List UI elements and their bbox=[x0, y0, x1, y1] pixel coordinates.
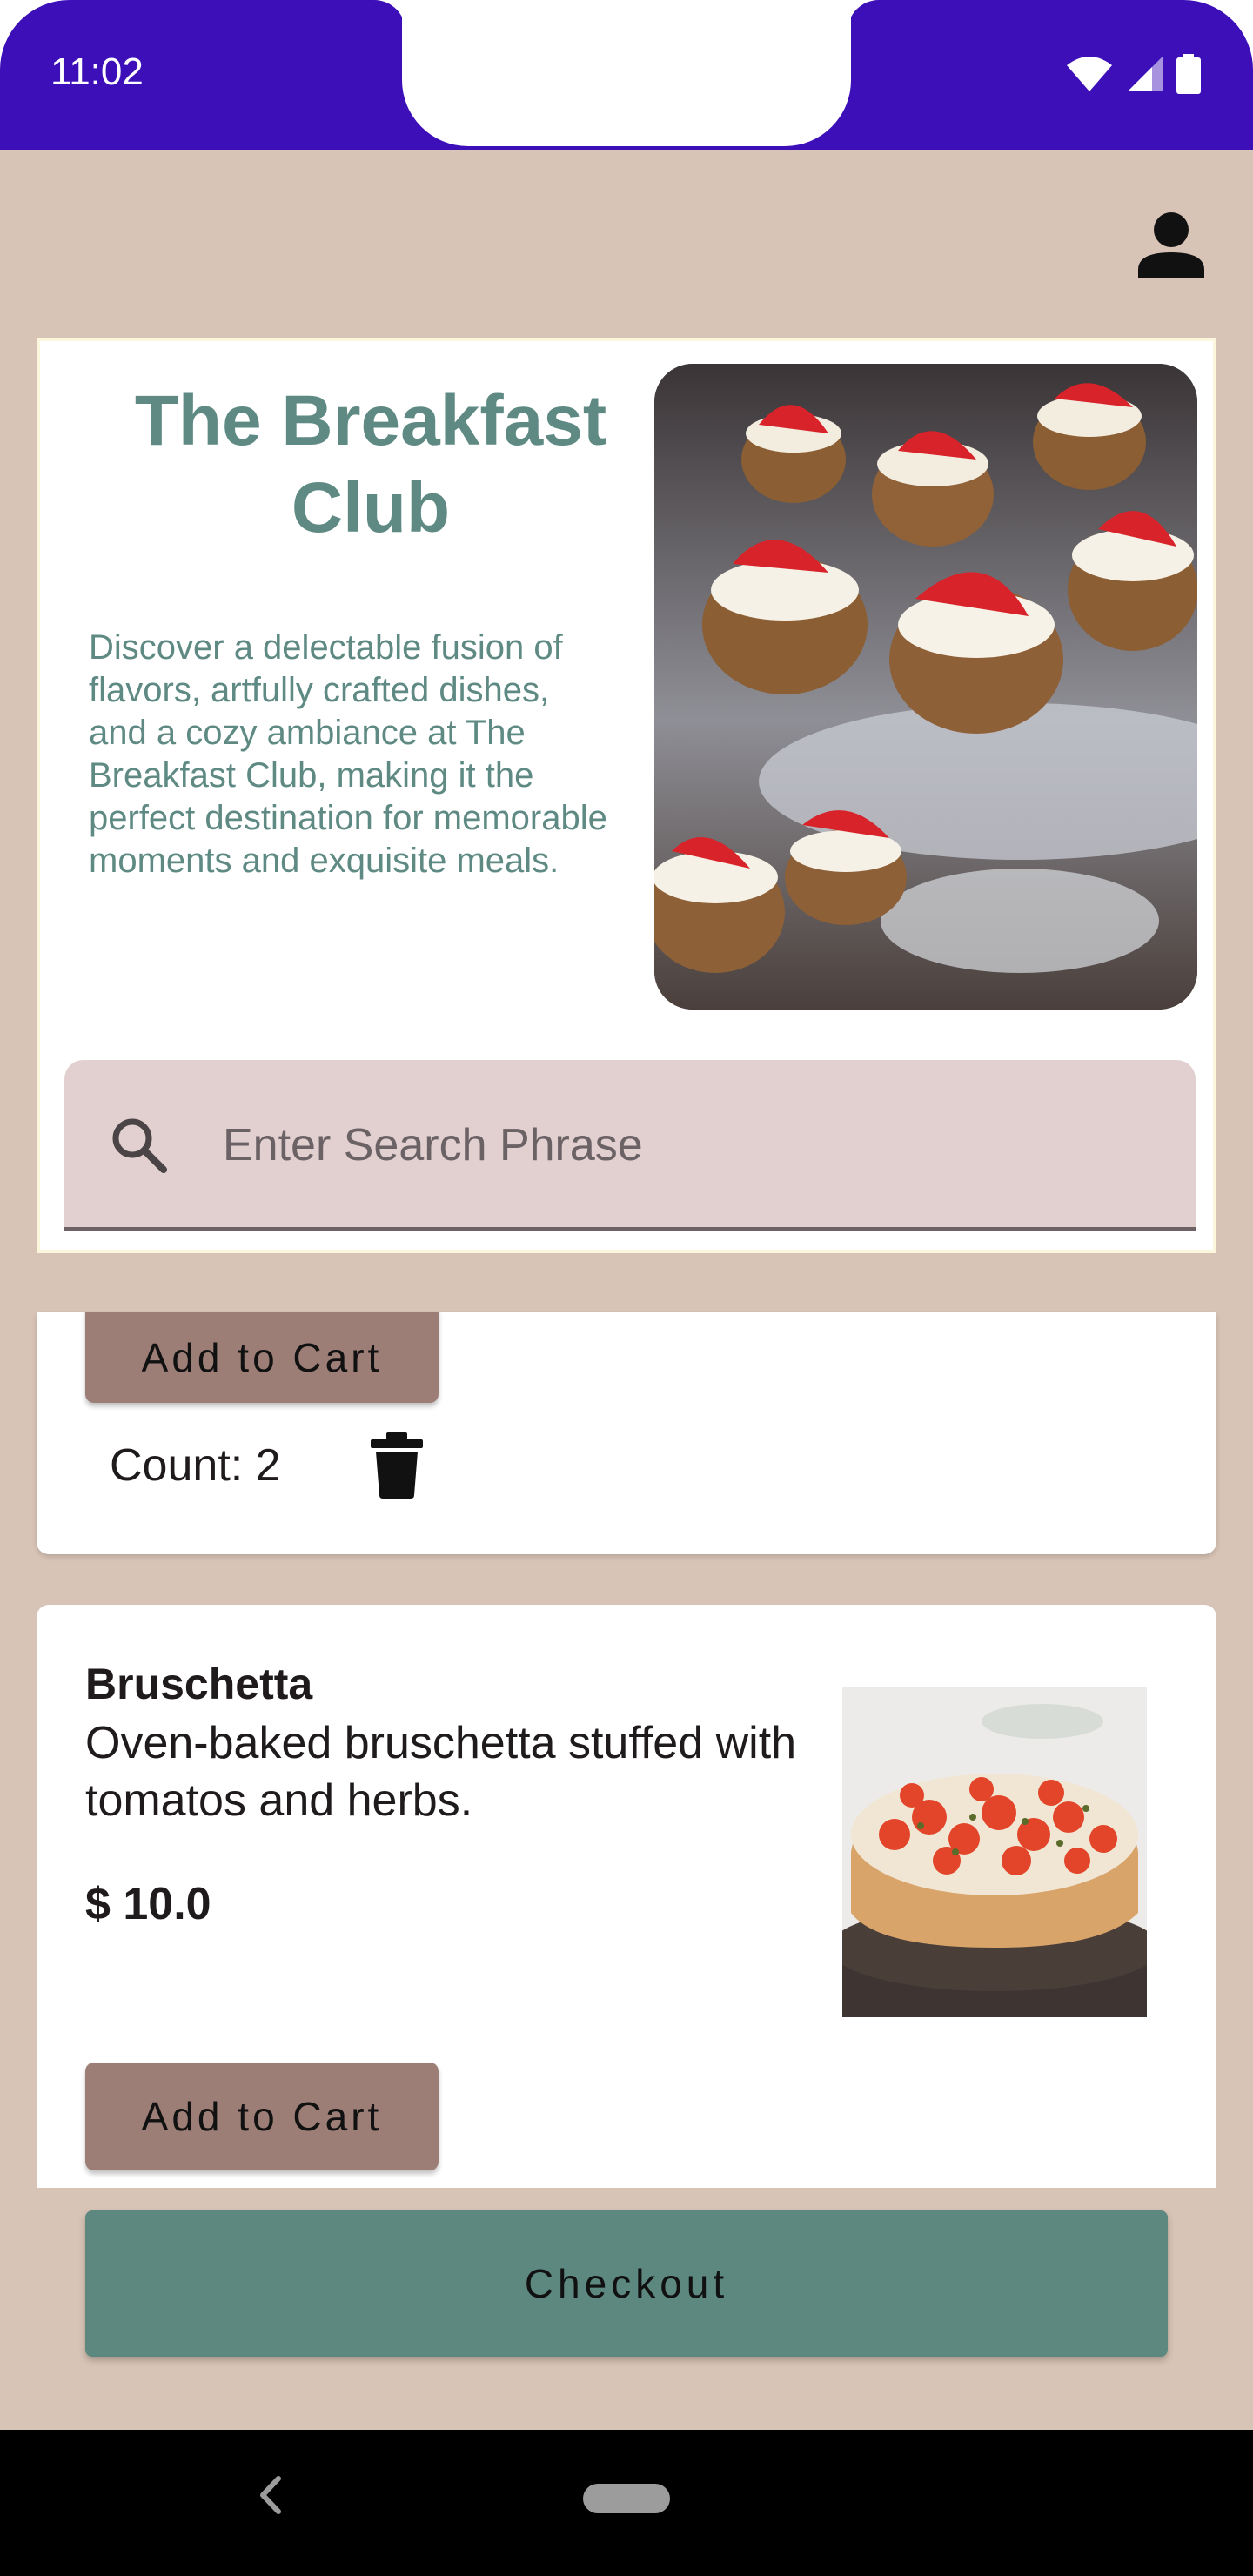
system-icons bbox=[1065, 54, 1201, 94]
notch-corner bbox=[848, 0, 879, 31]
search-icon bbox=[112, 1118, 167, 1173]
home-pill[interactable] bbox=[583, 2484, 670, 2513]
item-count: Count: 2 bbox=[110, 1440, 281, 1491]
search-bar[interactable] bbox=[64, 1060, 1196, 1231]
strawberry-tarts-photo bbox=[654, 364, 1197, 1010]
search-input[interactable] bbox=[221, 1109, 1143, 1182]
trash-icon[interactable] bbox=[371, 1432, 423, 1499]
menu-item-card: Add to Cart Count: 2 bbox=[37, 1312, 1216, 1554]
dish-image bbox=[842, 1687, 1147, 2017]
camera-notch bbox=[402, 0, 851, 146]
hero-section: The Breakfast Club Discover a delectable… bbox=[37, 338, 1216, 1253]
dish-description: Oven-baked bruschetta stuffed with tomat… bbox=[85, 1718, 797, 1826]
restaurant-description: Discover a delectable fusion of flavors,… bbox=[89, 628, 607, 880]
navigation-bar bbox=[0, 2430, 1253, 2576]
cellular-signal-icon bbox=[1128, 57, 1163, 91]
hero-image bbox=[654, 364, 1197, 1010]
person-icon[interactable] bbox=[1135, 209, 1208, 282]
add-to-cart-button[interactable]: Add to Cart bbox=[85, 2063, 439, 2170]
dish-price: $ 10.0 bbox=[85, 1879, 211, 1929]
notch-corner bbox=[374, 0, 405, 31]
add-to-cart-button[interactable]: Add to Cart bbox=[85, 1312, 439, 1403]
checkout-button[interactable]: Checkout bbox=[85, 2210, 1168, 2357]
battery-icon bbox=[1176, 54, 1201, 94]
dish-name: Bruschetta bbox=[85, 1660, 313, 1708]
back-icon[interactable] bbox=[258, 2473, 284, 2517]
status-bar: 11:02 bbox=[0, 0, 1253, 150]
status-time: 11:02 bbox=[50, 50, 144, 93]
wifi-icon bbox=[1067, 57, 1112, 91]
menu-item-card: Bruschetta Oven-baked bruschetta stuffed… bbox=[37, 1605, 1216, 2188]
restaurant-title: The Breakfast Club bbox=[134, 381, 607, 547]
bruschetta-photo bbox=[842, 1687, 1147, 2017]
